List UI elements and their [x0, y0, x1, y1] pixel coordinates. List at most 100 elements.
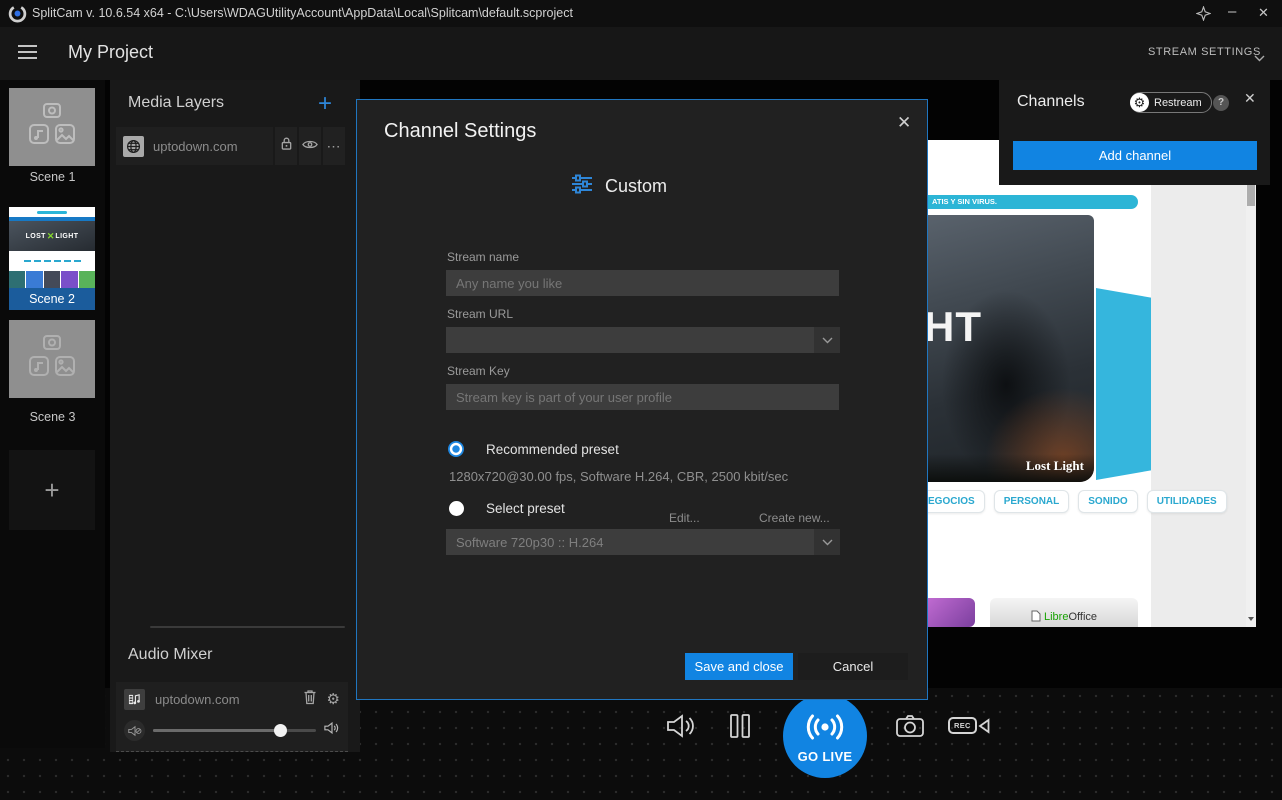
- broadcast-icon: [802, 713, 848, 746]
- title-bar: SplitCam v. 10.6.54 x64 - C:\Users\WDAGU…: [0, 0, 1282, 27]
- go-live-button[interactable]: GO LIVE: [783, 694, 867, 778]
- uptodown-logo-icon: [37, 211, 67, 214]
- eye-icon: [302, 137, 318, 155]
- preview-content-column: [1151, 185, 1246, 627]
- volume-slider-handle[interactable]: [274, 724, 287, 737]
- hamburger-menu-icon[interactable]: [18, 45, 37, 59]
- pin-icon[interactable]: [1196, 6, 1211, 23]
- trash-icon: [303, 689, 317, 705]
- splitcam-logo-icon: [8, 4, 27, 28]
- category-pill: EGOCIOS: [926, 490, 985, 513]
- libreoffice-word2: Office: [1068, 611, 1097, 623]
- recommended-preset-radio[interactable]: [448, 441, 464, 457]
- layer-more-button[interactable]: ⋯: [323, 127, 345, 165]
- scene-placeholder-icon: [26, 335, 78, 384]
- channels-panel: Channels ⚙ Restream ? ✕ Add channel: [999, 80, 1270, 185]
- recommended-preset-label: Recommended preset: [486, 442, 619, 457]
- stream-settings-button[interactable]: STREAM SETTINGS: [1148, 46, 1261, 58]
- ellipsis-icon: ⋯: [327, 138, 342, 155]
- thumb-tiles-row: [9, 271, 95, 288]
- audio-settings-gear-icon[interactable]: ⚙: [327, 692, 340, 707]
- media-layer-row[interactable]: uptodown.com ⋯: [116, 127, 345, 165]
- speaker-icon: [666, 713, 696, 739]
- audio-toggle-button[interactable]: [666, 713, 696, 744]
- restream-button[interactable]: ⚙ Restream: [1130, 92, 1212, 113]
- snapshot-button[interactable]: [895, 714, 925, 744]
- libreoffice-word1: Libre: [1044, 611, 1068, 623]
- lost-light-x-icon: ✕: [47, 232, 55, 241]
- lock-layer-button[interactable]: [275, 127, 297, 165]
- stream-url-input[interactable]: [446, 327, 814, 353]
- sliders-icon: [571, 174, 593, 199]
- save-and-close-button[interactable]: Save and close: [685, 653, 793, 680]
- splitcam-window: SplitCam v. 10.6.54 x64 - C:\Users\WDAGU…: [0, 0, 1282, 800]
- channel-type-row: Custom: [571, 174, 667, 199]
- modal-close-icon[interactable]: ✕: [897, 113, 911, 133]
- thumb-title-word1: LOST: [26, 233, 46, 240]
- scene-2-tile[interactable]: LOST ✕ LIGHT: [9, 207, 95, 288]
- scroll-down-arrow-icon: [1248, 617, 1254, 621]
- stream-key-label: Stream Key: [447, 364, 510, 378]
- audio-mixer-item-name: uptodown.com: [155, 692, 293, 707]
- thumb-title-word2: LIGHT: [55, 233, 78, 240]
- stream-url-dropdown-button[interactable]: [814, 327, 840, 353]
- plus-icon: +: [44, 475, 59, 506]
- game-caption: Lost Light: [1026, 458, 1084, 474]
- scenes-sidebar: Scene 1 LOST ✕ LIGHT Scene 2: [0, 80, 105, 748]
- scene-3-label: Scene 3: [0, 410, 105, 424]
- chevron-down-icon[interactable]: [1254, 49, 1265, 67]
- cancel-button[interactable]: Cancel: [798, 653, 908, 680]
- delete-audio-button[interactable]: [303, 689, 317, 710]
- stream-url-label: Stream URL: [447, 307, 513, 321]
- stream-name-input[interactable]: [446, 270, 839, 296]
- add-channel-button[interactable]: Add channel: [1013, 141, 1257, 170]
- go-live-label: GO LIVE: [798, 749, 853, 764]
- channels-title: Channels: [1017, 93, 1085, 111]
- restream-gear-icon: ⚙: [1130, 93, 1149, 112]
- pause-button[interactable]: [729, 713, 751, 744]
- preset-dropdown-button[interactable]: [814, 529, 840, 555]
- preset-select-value[interactable]: Software 720p30 :: H.264: [446, 529, 814, 555]
- help-icon[interactable]: ?: [1213, 95, 1229, 111]
- edit-preset-link[interactable]: Edit...: [669, 511, 700, 525]
- media-layers-title: Media Layers: [128, 94, 224, 112]
- media-layer-name: uptodown.com: [153, 139, 238, 154]
- mute-button[interactable]: [124, 720, 145, 741]
- channels-close-icon[interactable]: ✕: [1244, 90, 1256, 107]
- layers-scroll-indicator[interactable]: [150, 626, 345, 628]
- speaker-icon: [324, 721, 340, 740]
- volume-slider[interactable]: [153, 729, 316, 732]
- scene-2-label: Scene 2: [9, 288, 95, 310]
- stream-name-label: Stream name: [447, 250, 519, 264]
- media-layer-name-cell[interactable]: uptodown.com: [116, 127, 273, 165]
- lock-icon: [280, 136, 293, 156]
- audio-mixer-title: Audio Mixer: [128, 646, 212, 664]
- preview-cyan-ribbon: [1096, 288, 1151, 480]
- record-camcorder-icon: [978, 718, 990, 734]
- chevron-down-icon: [822, 337, 833, 344]
- add-media-layer-button[interactable]: +: [318, 93, 332, 115]
- toggle-visibility-button[interactable]: [299, 127, 321, 165]
- minimize-icon[interactable]: –: [1228, 5, 1236, 18]
- page-title: My Project: [68, 42, 153, 63]
- speaker-muted-icon: [128, 725, 142, 737]
- recommended-preset-detail: 1280x720@30.00 fps, Software H.264, CBR,…: [449, 469, 788, 484]
- window-title: SplitCam v. 10.6.54 x64 - C:\Users\WDAGU…: [32, 6, 573, 20]
- stream-key-input[interactable]: [446, 384, 839, 410]
- close-icon[interactable]: ✕: [1258, 6, 1269, 19]
- scene-preview: ATIS Y SIN VIRUS. HT Lost Light EGOCIOS …: [926, 140, 1256, 627]
- select-preset-radio[interactable]: [449, 501, 464, 516]
- game-title-fragment: HT: [926, 303, 982, 351]
- add-scene-button[interactable]: +: [9, 450, 95, 530]
- scene-1-tile[interactable]: [9, 88, 95, 166]
- record-button[interactable]: REC: [948, 717, 990, 734]
- header-bar: My Project STREAM SETTINGS: [0, 27, 1282, 80]
- preview-scrollbar: [1246, 140, 1256, 627]
- rec-label: REC: [948, 717, 977, 734]
- scene-placeholder-icon: [26, 103, 78, 152]
- scene-3-tile[interactable]: [9, 320, 95, 398]
- create-preset-link[interactable]: Create new...: [759, 511, 830, 525]
- chevron-down-icon: [822, 539, 833, 546]
- thumb-game-banner: LOST ✕ LIGHT: [9, 221, 95, 251]
- audio-mixer-item: uptodown.com ⚙: [116, 682, 348, 752]
